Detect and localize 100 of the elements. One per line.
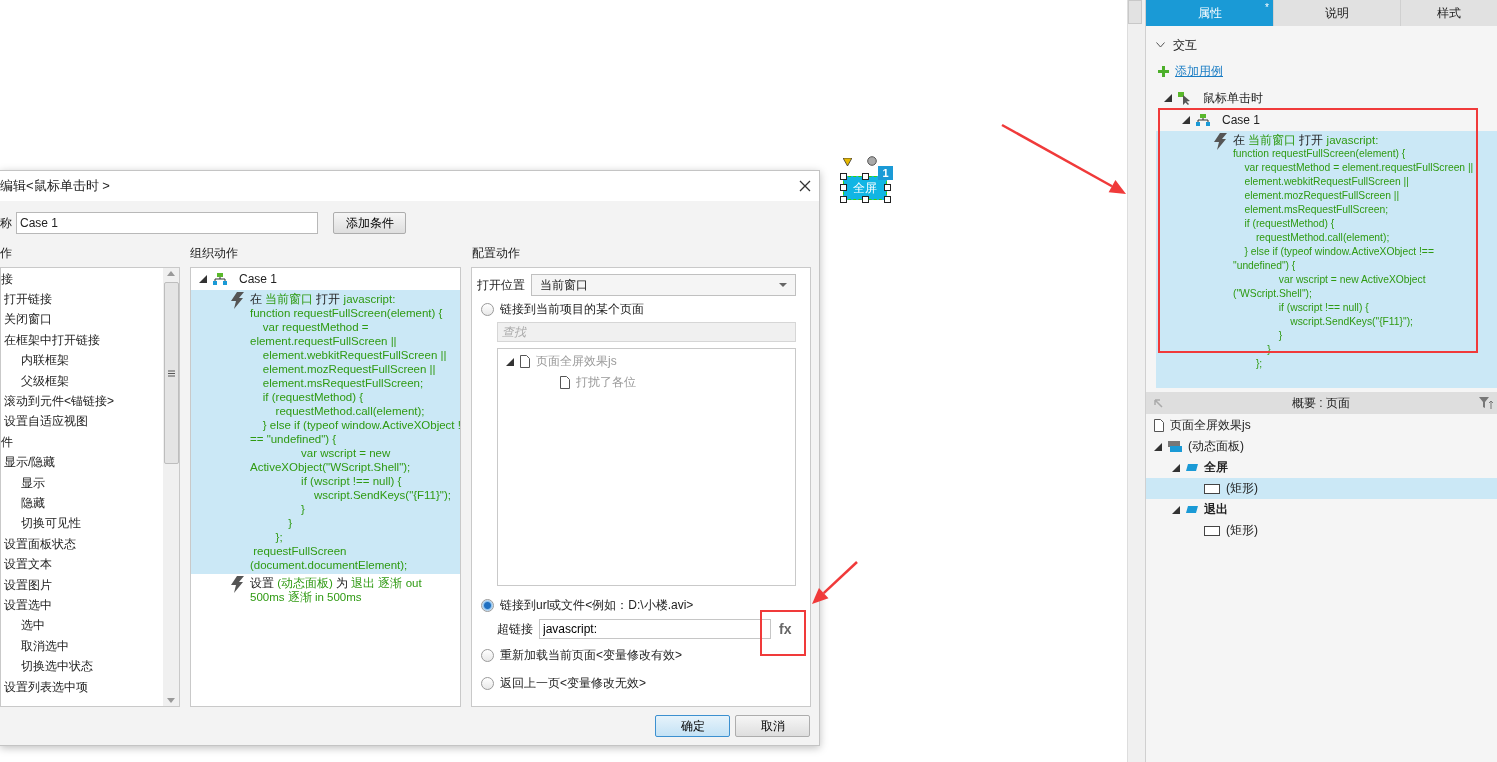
code-line: requestMethod.call(element); bbox=[1254, 231, 1391, 245]
code-line: wscript.SendKeys("{F11}"); bbox=[1289, 315, 1414, 329]
chevron-down-icon bbox=[1156, 42, 1165, 48]
rotate-handle-icon[interactable] bbox=[867, 156, 877, 166]
scrollbar-thumb[interactable] bbox=[1128, 0, 1142, 24]
rectangle-icon bbox=[1204, 483, 1220, 494]
fx-button[interactable]: fx bbox=[777, 621, 794, 637]
column-heading: 配置动作 bbox=[471, 245, 521, 262]
action-tree-item[interactable]: 选中 bbox=[1, 615, 163, 637]
expanded-triangle-icon[interactable] bbox=[1172, 463, 1180, 472]
expanded-triangle-icon[interactable] bbox=[1154, 442, 1162, 451]
action-tree-item[interactable]: 设置选中 bbox=[1, 595, 163, 616]
state-icon bbox=[1186, 464, 1198, 471]
action-tree-item[interactable]: 设置文本 bbox=[1, 554, 163, 575]
highlight-frame bbox=[760, 610, 806, 656]
page-icon bbox=[560, 376, 570, 389]
filter-icon[interactable] bbox=[1479, 397, 1493, 409]
action-tree-item[interactable]: 取消选中 bbox=[1, 636, 163, 657]
action-tree-item[interactable]: 打开链接 bbox=[1, 289, 163, 310]
section-header[interactable]: 交互 bbox=[1146, 34, 1497, 56]
code-line: ActiveXObject("WScript.Shell"); bbox=[250, 460, 412, 474]
expanded-triangle-icon[interactable] bbox=[1172, 505, 1180, 514]
outline-page[interactable]: 页面全屏效果js bbox=[1146, 415, 1497, 436]
action-tree-item[interactable]: 切换可见性 bbox=[1, 513, 163, 535]
handle-marker-icon[interactable] bbox=[843, 158, 852, 166]
action-tree-item[interactable]: 显示 bbox=[1, 472, 163, 494]
hyperlink-label: 超链接 bbox=[497, 620, 533, 638]
code-line: if (wscript !== null) { bbox=[1277, 301, 1370, 315]
add-case-link[interactable]: 添加用例 bbox=[1175, 62, 1223, 80]
radio-option[interactable]: 返回上一页<变量修改无效> bbox=[477, 670, 796, 696]
radio-option[interactable]: 重新加载当前页面<变量修改有效> bbox=[477, 640, 796, 670]
action-summary: 设置 (动态面板) 为 退出 逐渐 out 500ms 逐渐 in 500ms bbox=[250, 576, 423, 604]
action-tree-item[interactable]: 切换选中状态 bbox=[1, 656, 163, 677]
action-summary: 在 当前窗口 打开 javascript: bbox=[1233, 133, 1380, 147]
close-icon[interactable] bbox=[799, 180, 811, 192]
code-line: element.requestFullScreen || bbox=[250, 334, 398, 348]
expanded-triangle-icon[interactable] bbox=[199, 275, 207, 283]
action-tree-item[interactable]: 接 bbox=[1, 269, 163, 290]
action-tree-item[interactable]: 内联框架 bbox=[1, 350, 163, 371]
outline-item[interactable]: (动态面板) bbox=[1146, 436, 1497, 457]
outline-item[interactable]: 全屏 bbox=[1146, 457, 1497, 478]
outline-item[interactable]: (矩形) bbox=[1146, 520, 1497, 541]
code-line: wscript.SendKeys("{F11}"); bbox=[312, 488, 452, 502]
expanded-triangle-icon[interactable] bbox=[1164, 94, 1172, 102]
location-label: 打开位置 bbox=[477, 276, 525, 294]
action-tree-item[interactable]: 在框架中打开链接 bbox=[1, 330, 163, 351]
cancel-button[interactable]: 取消 bbox=[735, 715, 810, 737]
case-name-field[interactable]: Case 1 bbox=[16, 212, 318, 234]
action-tree-item[interactable]: 关闭窗口 bbox=[1, 309, 163, 331]
scrollbar-thumb[interactable] bbox=[163, 282, 179, 464]
code-line: }; bbox=[1254, 357, 1264, 371]
code-line: requestFullScreen bbox=[252, 544, 348, 558]
action-tree-item[interactable]: 设置列表选中项 bbox=[1, 676, 163, 698]
action-tree-item[interactable]: 设置面板状态 bbox=[1, 534, 163, 555]
action-tree-item[interactable]: 设置图片 bbox=[1, 574, 163, 596]
code-line: var wscript = new bbox=[300, 446, 392, 460]
action-tree-item[interactable]: 件 bbox=[1, 432, 163, 453]
plus-icon[interactable] bbox=[1158, 65, 1169, 77]
grip-icon bbox=[167, 369, 175, 377]
lightning-icon bbox=[231, 292, 244, 309]
add-condition-button[interactable]: 添加条件 bbox=[333, 212, 406, 234]
code-line: requestMethod.call(element); bbox=[274, 404, 426, 418]
confirm-button[interactable]: 确定 bbox=[655, 715, 730, 737]
outline-item[interactable]: (矩形) bbox=[1146, 478, 1497, 499]
resize-handle[interactable] bbox=[862, 173, 869, 180]
outline-item[interactable]: 退出 bbox=[1146, 499, 1497, 520]
code-line: if (wscript !== null) { bbox=[300, 474, 403, 488]
action-tree-item[interactable]: 设置自适应视图 bbox=[1, 411, 163, 433]
radio-option[interactable]: 链接到当前项目的某个页面 bbox=[477, 296, 796, 322]
code-line: var requestMethod = bbox=[261, 320, 370, 334]
resize-handle[interactable] bbox=[862, 196, 869, 203]
hyperlink-field[interactable]: javascript: bbox=[539, 619, 771, 639]
case-row[interactable]: Case 1 bbox=[1146, 109, 1497, 131]
dropdown-caret-icon bbox=[779, 283, 787, 287]
action-tree-item[interactable]: 滚动到元件<锚链接> bbox=[1, 391, 163, 412]
code-line: element.msRequestFullScreen; bbox=[261, 376, 425, 390]
location-select[interactable]: 当前窗口 bbox=[531, 274, 796, 296]
action-tree-item[interactable]: 隐藏 bbox=[1, 493, 163, 514]
event-label[interactable]: 鼠标单击时 bbox=[1203, 89, 1263, 107]
layers-icon bbox=[1168, 441, 1182, 452]
inspector-tab[interactable]: 样式 bbox=[1401, 0, 1497, 26]
action-item[interactable] bbox=[1156, 131, 1497, 388]
annotation-arrow bbox=[812, 561, 858, 604]
search-field[interactable]: 查找 bbox=[497, 322, 796, 342]
page-icon bbox=[520, 355, 530, 368]
column-heading: 作 bbox=[0, 245, 13, 262]
action-tree-item[interactable]: 父级框架 bbox=[1, 370, 163, 392]
dialog-title: 编辑<鼠标单击时 > bbox=[0, 177, 110, 195]
action-summary: 在 当前窗口 打开 javascript: bbox=[250, 292, 397, 306]
inspector-tab[interactable]: 说明 bbox=[1274, 0, 1400, 26]
expanded-triangle-icon[interactable] bbox=[1182, 116, 1190, 124]
flowchart-icon bbox=[213, 273, 227, 285]
case-row[interactable]: Case 1 bbox=[191, 268, 460, 290]
code-line: } bbox=[1266, 343, 1272, 357]
code-line: "undefined") { bbox=[1233, 259, 1297, 273]
code-line: var wscript = new ActiveXObject bbox=[1277, 273, 1427, 287]
action-item[interactable]: 设置 (动态面板) 为 退出 逐渐 out 500ms 逐渐 in 500ms bbox=[191, 574, 460, 606]
radio-option[interactable]: 链接到url或文件<例如：D:\小楼.avi> bbox=[477, 592, 796, 618]
action-tree-item[interactable]: 显示/隐藏 bbox=[1, 452, 163, 473]
code-line: var requestMethod = element.requestFullScreen || bbox=[1243, 161, 1474, 175]
